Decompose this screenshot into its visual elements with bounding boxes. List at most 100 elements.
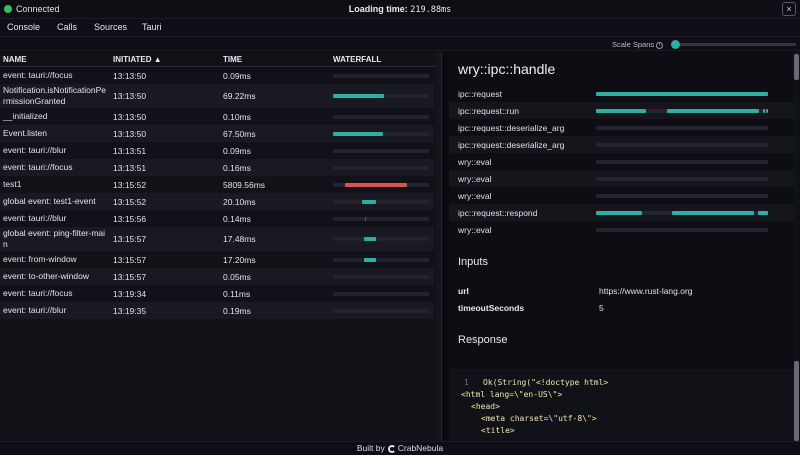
span-row[interactable]: ipc::request::deserialize_arg — [449, 136, 794, 153]
tab-sources[interactable]: Sources — [94, 22, 127, 32]
row-initiated: 13:13:50 — [113, 71, 147, 81]
row-time: 0.05ms — [223, 272, 251, 282]
table-row[interactable]: event: tauri://blur 13:19:35 0.19ms — [0, 302, 434, 319]
table-row[interactable]: event: tauri://blur 13:15:56 0.14ms — [0, 210, 434, 227]
loading-time: Loading time: 219.88ms — [0, 4, 800, 15]
row-name: event: tauri://blur — [3, 213, 67, 223]
column-header-waterfall[interactable]: WATERFALL — [333, 55, 381, 64]
row-waterfall-bar — [363, 237, 377, 241]
tab-tauri[interactable]: Tauri — [142, 22, 162, 32]
code-line: <html lang=\"en-US\"> — [461, 390, 563, 399]
input-key-timeout: timeoutSeconds — [458, 303, 525, 313]
row-waterfall-track — [333, 74, 429, 78]
footer-prefix: Built by — [356, 443, 385, 453]
table-row[interactable]: event: tauri://focus 13:13:50 0.09ms — [0, 67, 434, 84]
inputs-heading: Inputs — [458, 256, 488, 268]
row-time: 0.11ms — [223, 289, 251, 299]
row-waterfall-bar — [361, 200, 377, 204]
row-waterfall-track — [333, 309, 429, 313]
footer: Built by CrabNebula — [0, 441, 800, 455]
footer-brand[interactable]: CrabNebula — [398, 443, 443, 453]
row-name: Notification.isNotificationPermissionGra… — [3, 85, 106, 106]
table-row[interactable]: event: tauri://focus 13:19:34 0.11ms — [0, 285, 434, 302]
row-name: test1 — [3, 179, 22, 189]
column-header-initiated[interactable]: INITIATED ▲ — [113, 55, 162, 64]
code-line-number: 1 — [464, 378, 469, 387]
row-waterfall-track — [333, 94, 429, 98]
table-row[interactable]: event: from-window 13:15:57 17.20ms — [0, 251, 434, 268]
span-label: ipc::request::deserialize_arg — [458, 123, 565, 133]
scale-spans-slider[interactable] — [676, 43, 796, 46]
span-row[interactable]: wry::eval — [449, 153, 794, 170]
span-track — [596, 177, 768, 181]
row-initiated: 13:19:34 — [113, 289, 147, 299]
info-icon[interactable]: i — [656, 41, 664, 49]
table-row[interactable]: test1 13:15:52 5809.56ms — [0, 176, 434, 193]
row-initiated: 13:15:56 — [113, 214, 147, 224]
row-waterfall-bar — [363, 258, 377, 262]
span-row[interactable]: ipc::request::run — [449, 102, 794, 119]
row-name: event: from-window — [3, 254, 77, 264]
row-time: 20.10ms — [223, 197, 256, 207]
row-time: 0.14ms — [223, 214, 251, 224]
scale-spans-slider-handle[interactable] — [671, 40, 680, 49]
table-row[interactable]: event: to-other-window 13:15:57 0.05ms — [0, 268, 434, 285]
table-row[interactable]: Event.listen 13:13:50 67.50ms — [0, 125, 434, 142]
table-row[interactable]: global event: ping-filter-main 13:15:57 17… — [0, 227, 434, 251]
span-segment — [596, 109, 646, 113]
row-initiated: 13:15:57 — [113, 272, 147, 282]
tab-console[interactable]: Console — [7, 22, 40, 32]
tab-calls[interactable]: Calls — [57, 22, 77, 32]
span-row[interactable]: ipc::request::deserialize_arg — [449, 119, 794, 136]
span-row[interactable]: ipc::request::respond — [449, 204, 794, 221]
code-line: <title> — [481, 426, 515, 435]
close-button[interactable]: × — [782, 2, 796, 16]
scale-spans-bar: Scale Spans i — [0, 36, 800, 51]
row-name: global event: ping-filter-main — [3, 228, 106, 249]
span-track — [596, 109, 768, 113]
row-waterfall-track — [333, 217, 429, 221]
row-waterfall-track — [333, 292, 429, 296]
row-initiated: 13:15:57 — [113, 234, 147, 244]
table-row[interactable]: Notification.isNotificationPermissionGra… — [0, 84, 434, 108]
span-segment — [596, 211, 643, 215]
row-initiated: 13:13:51 — [113, 163, 147, 173]
table-row[interactable]: global event: test1-event 13:15:52 20.10ms — [0, 193, 434, 210]
row-initiated: 13:13:50 — [113, 129, 147, 139]
span-label: wry::eval — [458, 174, 492, 184]
row-waterfall-bar — [333, 132, 383, 136]
span-segment — [766, 109, 768, 113]
row-time: 0.10ms — [223, 112, 251, 122]
row-initiated: 13:13:51 — [113, 146, 147, 156]
span-track — [596, 92, 768, 96]
title-bar: Connected Loading time: 219.88ms × — [0, 0, 800, 19]
span-row[interactable]: wry::eval — [449, 187, 794, 204]
detail-scrollbar-thumb-top[interactable] — [794, 54, 799, 80]
span-track — [596, 194, 768, 198]
column-header-time[interactable]: TIME — [223, 55, 242, 64]
row-time: 17.48ms — [223, 234, 256, 244]
span-detail-panel: wry::ipc::handle ipc::request ipc::reques… — [449, 52, 800, 441]
loading-time-value: 219.88ms — [410, 5, 452, 15]
response-code-block: 1 Ok(String("<!doctype html> <html lang=\"… — [449, 369, 794, 441]
row-waterfall-track — [333, 258, 429, 262]
detail-scrollbar-thumb-bottom[interactable] — [794, 361, 799, 441]
row-time: 0.09ms — [223, 71, 251, 81]
table-row[interactable]: __initialized 13:13:50 0.10ms — [0, 108, 434, 125]
row-name: event: tauri://blur — [3, 145, 67, 155]
row-initiated: 13:13:50 — [113, 91, 147, 101]
row-initiated: 13:15:57 — [113, 255, 147, 265]
input-value-url: https://www.rust-lang.org — [599, 286, 693, 296]
column-header-name[interactable]: NAME — [3, 55, 27, 64]
span-title: wry::ipc::handle — [458, 61, 556, 77]
row-waterfall-track — [333, 166, 429, 170]
row-initiated: 13:19:35 — [113, 306, 147, 316]
table-row[interactable]: event: tauri://focus 13:13:51 0.16ms — [0, 159, 434, 176]
code-line: Ok(String("<!doctype html> — [483, 378, 609, 387]
span-row[interactable]: wry::eval — [449, 170, 794, 187]
table-scrollbar[interactable] — [436, 52, 441, 441]
table-row[interactable]: event: tauri://blur 13:13:51 0.09ms — [0, 142, 434, 159]
span-row[interactable]: ipc::request — [449, 85, 794, 102]
span-segment — [671, 211, 755, 215]
span-row[interactable]: wry::eval — [449, 221, 794, 238]
